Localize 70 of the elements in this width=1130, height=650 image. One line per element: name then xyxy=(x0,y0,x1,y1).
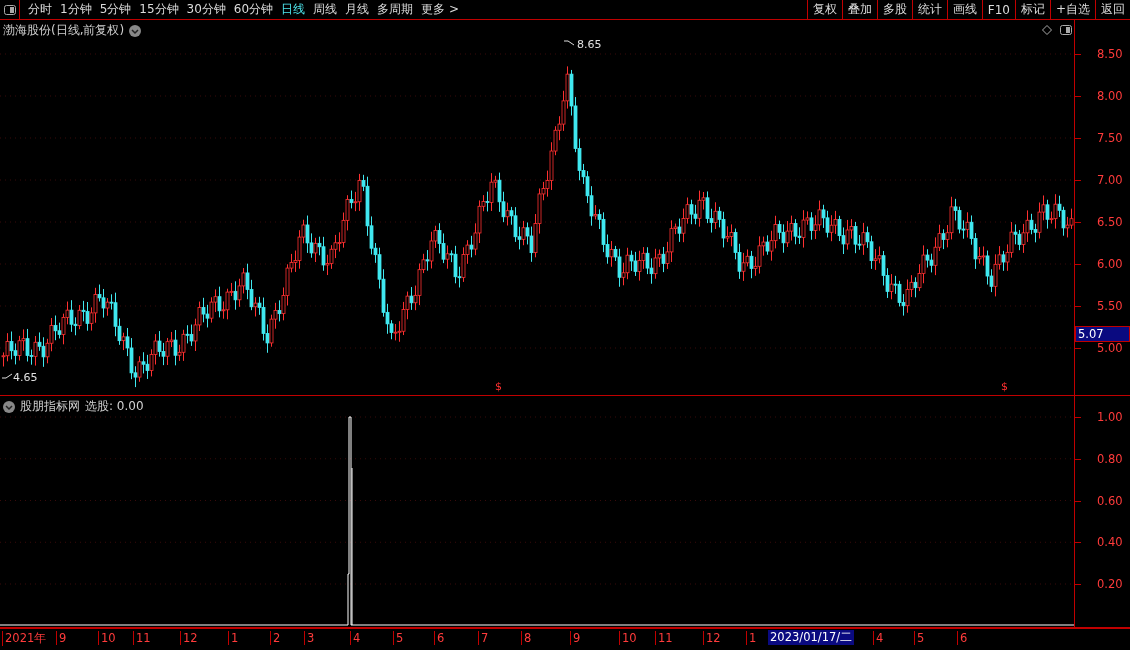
low-price-label: 4.65 xyxy=(13,371,38,384)
date-axis-label: 2021年 xyxy=(2,631,47,646)
toolbar-button[interactable]: 叠加 xyxy=(841,0,877,19)
toolbar-button[interactable]: 标记 xyxy=(1014,0,1050,19)
date-axis-label: 9 xyxy=(570,631,581,645)
toolbar-button[interactable]: 复权 xyxy=(806,0,842,19)
panel-toggle-icon[interactable] xyxy=(1060,25,1072,35)
date-axis-label: 12 xyxy=(180,631,198,645)
period-tab[interactable]: 多周期 xyxy=(373,1,418,18)
signal-marker: $ xyxy=(495,380,502,393)
toolbar-button[interactable]: 返回 xyxy=(1095,0,1130,19)
date-axis-label: 11 xyxy=(655,631,673,645)
period-tab[interactable]: 15分钟 xyxy=(135,1,183,18)
date-axis-label: 8 xyxy=(521,631,532,645)
date-axis-label: 12 xyxy=(703,631,721,645)
date-axis-label: 7 xyxy=(478,631,489,645)
date-axis-label: 3 xyxy=(304,631,315,645)
period-tab[interactable]: 月线 xyxy=(341,1,374,18)
toolbar-button[interactable]: 多股 xyxy=(876,0,912,19)
cursor-price-label: 5.07 xyxy=(1075,326,1130,342)
dropdown-icon[interactable] xyxy=(3,400,15,413)
toolbar-button[interactable]: 统计 xyxy=(911,0,947,19)
date-axis-label: 5 xyxy=(393,631,404,645)
toolbar-button[interactable]: +自选 xyxy=(1049,0,1095,19)
date-axis-label: 6 xyxy=(434,631,445,645)
price-axis-label: 7.50 xyxy=(1097,131,1123,145)
price-axis-label: 7.00 xyxy=(1097,173,1123,187)
period-tab[interactable]: 分时 xyxy=(24,1,56,18)
panel-toggle-icon[interactable] xyxy=(3,4,16,15)
price-axis-label: 8.00 xyxy=(1097,89,1123,103)
price-axis-label: 8.50 xyxy=(1097,47,1123,61)
indicator-axis-label: 0.20 xyxy=(1097,577,1123,591)
high-price-label: 8.65 xyxy=(577,38,602,51)
indicator-axis-label: 0.40 xyxy=(1097,535,1123,550)
period-tab[interactable]: 30分钟 xyxy=(182,1,230,18)
date-axis-label: 10 xyxy=(98,631,116,645)
price-axis-label: 6.50 xyxy=(1097,215,1123,229)
cursor-date-label: 2023/01/17/二 xyxy=(768,630,855,645)
price-axis-label: 6.00 xyxy=(1097,257,1123,271)
dropdown-icon[interactable] xyxy=(129,24,142,37)
period-tab[interactable]: 5分钟 xyxy=(95,1,136,18)
period-tab[interactable]: 周线 xyxy=(309,1,342,18)
indicator-name: 股朋指标网 xyxy=(20,398,80,415)
chart-title: 渤海股份(日线,前复权) xyxy=(3,22,125,39)
date-axis-label: 1 xyxy=(746,631,757,645)
period-tab[interactable]: 更多 > xyxy=(417,1,463,18)
leader-line xyxy=(2,373,14,379)
date-axis-label: 9 xyxy=(56,631,67,645)
period-tab[interactable]: 60分钟 xyxy=(229,1,278,18)
indicator-axis-label: 1.00 xyxy=(1097,410,1123,424)
date-axis-label: 4 xyxy=(350,631,361,645)
date-axis-label: 6 xyxy=(957,631,968,645)
indicator-axis-label: 0.80 xyxy=(1097,451,1123,466)
price-axis-label: 5.00 xyxy=(1097,341,1123,355)
toolbar-button[interactable]: 画线 xyxy=(946,0,982,19)
date-axis-label: 2 xyxy=(270,631,281,645)
indicator-axis-label: 0.60 xyxy=(1097,493,1123,508)
date-axis-label: 5 xyxy=(914,631,925,645)
price-axis-label: 5.50 xyxy=(1097,299,1123,313)
diamond-icon[interactable] xyxy=(1042,25,1052,35)
toolbar-button[interactable]: F10 xyxy=(981,0,1015,19)
date-axis-label: 4 xyxy=(873,631,884,645)
indicator-reading: 选股: 0.00 xyxy=(85,398,144,415)
date-axis-label: 11 xyxy=(133,631,151,645)
leader-line xyxy=(564,40,576,46)
date-axis-label: 1 xyxy=(228,631,239,645)
period-tab[interactable]: 日线 xyxy=(277,1,310,18)
signal-marker: $ xyxy=(1001,380,1008,393)
date-axis-label: 10 xyxy=(619,631,637,645)
period-tab[interactable]: 1分钟 xyxy=(56,1,96,18)
